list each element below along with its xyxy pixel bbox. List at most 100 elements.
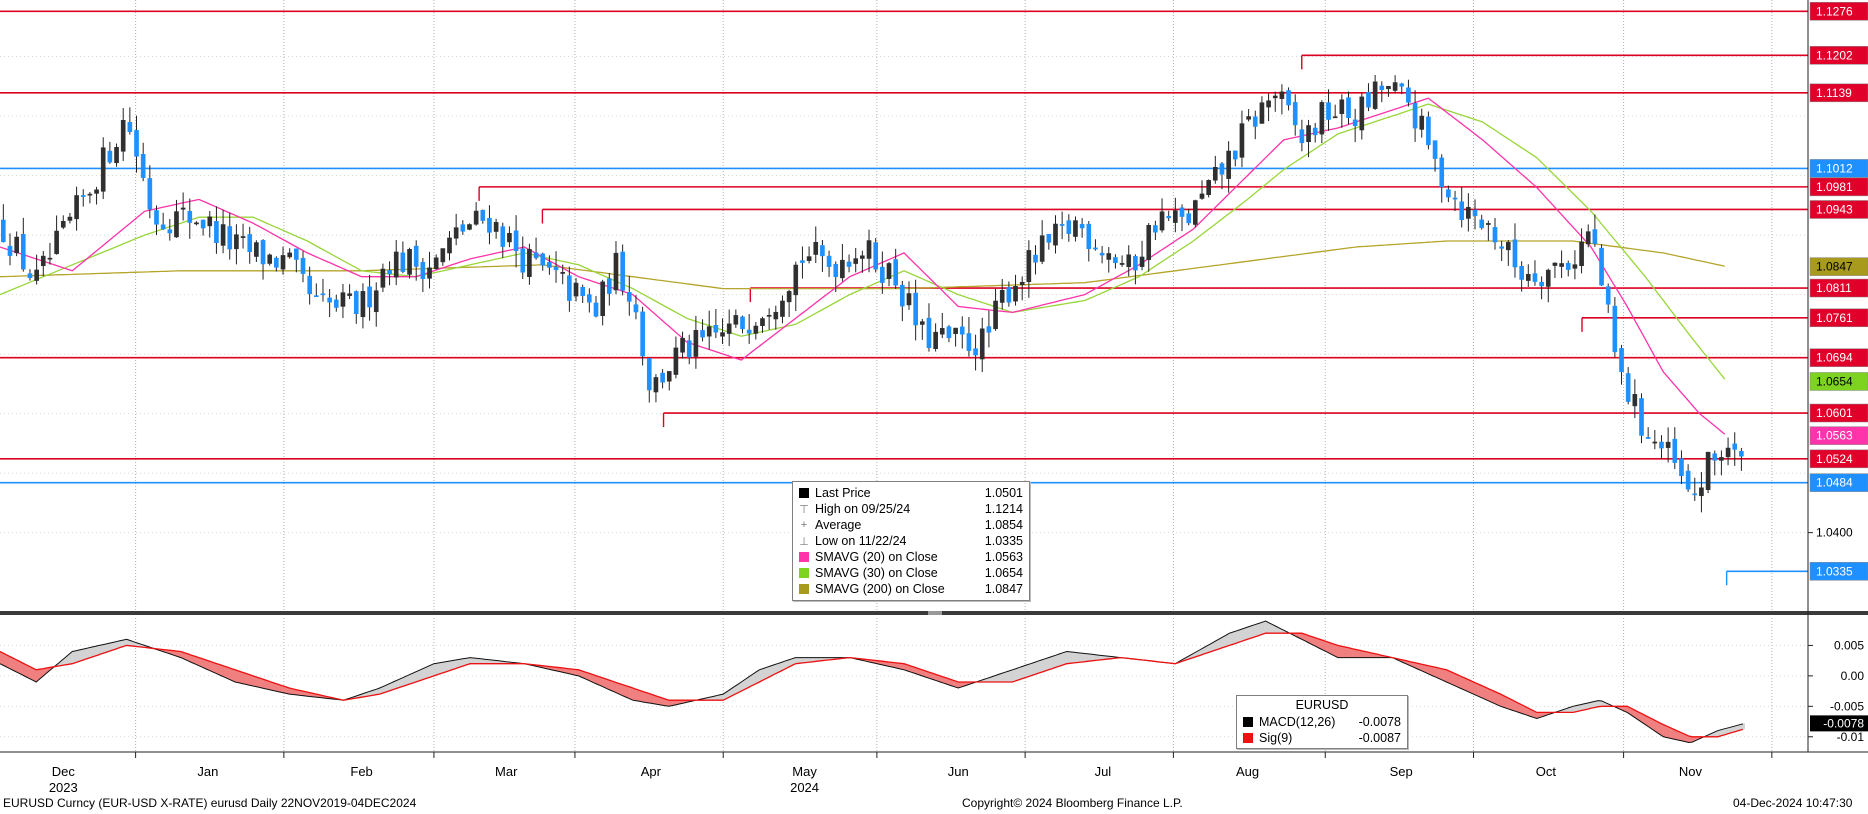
candle-body-191 (1272, 95, 1278, 99)
legend-glyph-icon-2: + (800, 519, 808, 531)
candle-body-233 (1552, 262, 1558, 266)
candle-body-186 (1239, 123, 1245, 158)
candle-body-214 (1426, 116, 1431, 146)
macd-fill-130 (469, 657, 474, 664)
price-legend[interactable]: Last Price 1.0501 ⊤ High on 09/25/24 1.1214 +… (792, 481, 1030, 601)
candle-body-48 (320, 293, 326, 296)
candle-body-236 (1572, 264, 1578, 269)
macd-fill-343 (1240, 628, 1245, 643)
candle-body-111 (740, 316, 745, 330)
macd-fill-285 (1030, 662, 1035, 677)
macd-fill-298 (1077, 652, 1082, 663)
candle-body-160 (1066, 220, 1072, 234)
macd-fill-346 (1250, 624, 1255, 639)
macd-legend-swatch-1 (1243, 733, 1253, 743)
candle-body-119 (793, 264, 799, 296)
candle-body-100 (666, 371, 672, 382)
price-legend-value-2: 1.0854 (984, 518, 1023, 532)
candle-body-88 (587, 294, 592, 303)
candle-body-0 (1, 219, 6, 243)
candle-body-215 (1432, 140, 1438, 159)
candle-body-50 (333, 299, 339, 308)
candle-body-144 (959, 326, 965, 335)
candle-body-49 (327, 297, 332, 303)
level-tag-10-label: 1.0524 (1816, 452, 1853, 466)
candle-body-3 (20, 233, 26, 270)
candle-body-124 (826, 255, 832, 267)
candle-body-2 (14, 236, 19, 254)
candle-body-187 (1246, 116, 1251, 120)
candle-body-219 (1459, 201, 1465, 221)
price-legend-row-3[interactable]: ⊥ Low on 11/22/24 1.0335 (799, 533, 1023, 549)
candle-body-95 (633, 304, 639, 313)
candle-body-44 (294, 248, 299, 260)
candle-body-14 (94, 189, 99, 194)
candle-body-89 (593, 302, 599, 317)
candle-body-224 (1492, 227, 1498, 243)
candle-body-148 (986, 326, 992, 333)
candle-body-239 (1592, 229, 1598, 244)
candle-body-28 (187, 210, 193, 223)
candle-body-132 (880, 266, 885, 283)
candle-body-42 (280, 255, 286, 270)
candle-body-55 (367, 286, 372, 308)
price-legend-row-1[interactable]: ⊤ High on 09/25/24 1.1214 (799, 501, 1023, 517)
candle-body-258 (1719, 457, 1724, 461)
year-label-2024: 2024 (790, 780, 819, 795)
macd-fill-65 (234, 669, 239, 684)
candle-body-21 (140, 154, 146, 178)
candle-body-194 (1292, 102, 1298, 126)
price-legend-row-6[interactable]: SMAVG (200) on Close 1.0847 (799, 581, 1023, 597)
candle-body-192 (1279, 91, 1285, 99)
candle-body-59 (393, 251, 399, 278)
candlesticks (1, 74, 1744, 513)
candle-body-228 (1519, 266, 1524, 280)
candle-body-46 (307, 275, 312, 295)
price-legend-row-0[interactable]: Last Price 1.0501 (799, 485, 1023, 501)
level-tag-1-label: 1.1202 (1816, 48, 1853, 62)
macd-fill-348 (1258, 621, 1263, 636)
price-legend-row-5[interactable]: SMAVG (30) on Close 1.0654 (799, 565, 1023, 581)
candle-body-58 (387, 270, 392, 275)
price-legend-row-4[interactable]: SMAVG (20) on Close 1.0563 (799, 549, 1023, 565)
candle-body-159 (1059, 224, 1065, 226)
candle-body-164 (1093, 247, 1098, 250)
price-legend-value-5: 1.0654 (984, 566, 1023, 580)
candle-body-118 (786, 291, 792, 303)
macd-tick-label-1: 0.00 (1841, 669, 1865, 683)
macd-fill-290 (1048, 656, 1053, 671)
macd-fill-23 (82, 648, 87, 661)
price-legend-row-2[interactable]: + Average 1.0854 (799, 517, 1023, 533)
candle-body-57 (380, 268, 386, 288)
candle-body-250 (1665, 441, 1671, 448)
candle-body-97 (646, 358, 652, 391)
month-label-dec: Dec (52, 764, 76, 779)
candle-body-138 (919, 321, 925, 325)
year-label-2023: 2023 (49, 780, 78, 795)
macd-legend[interactable]: EURUSD MACD(12,26) -0.0078 Sig(9) -0.0087 (1236, 695, 1408, 749)
macd-fill-119 (430, 663, 435, 678)
candle-body-113 (753, 325, 759, 334)
macd-fill-402 (1453, 672, 1458, 688)
price-tick-label-0: 1.0400 (1816, 526, 1853, 540)
candle-body-66 (440, 248, 446, 263)
candle-body-146 (973, 348, 978, 356)
macd-legend-row-1[interactable]: Sig(9) -0.0087 (1243, 730, 1401, 746)
candle-body-74 (493, 222, 499, 232)
candle-body-249 (1659, 441, 1664, 449)
candle-body-112 (746, 329, 752, 334)
candle-body-60 (400, 252, 406, 272)
candle-body-240 (1599, 247, 1604, 286)
macd-fill-287 (1037, 659, 1042, 674)
candle-body-63 (420, 261, 426, 279)
macd-fill-122 (440, 661, 445, 674)
candle-body-121 (806, 256, 812, 261)
candle-body-133 (886, 263, 892, 279)
candle-body-177 (1179, 207, 1185, 217)
candle-body-16 (107, 150, 113, 163)
candle-body-54 (360, 291, 366, 318)
candle-body-225 (1499, 246, 1504, 249)
macd-legend-row-0[interactable]: MACD(12,26) -0.0078 (1243, 714, 1401, 730)
candle-body-29 (194, 222, 199, 225)
macd-fill-63 (227, 667, 232, 681)
